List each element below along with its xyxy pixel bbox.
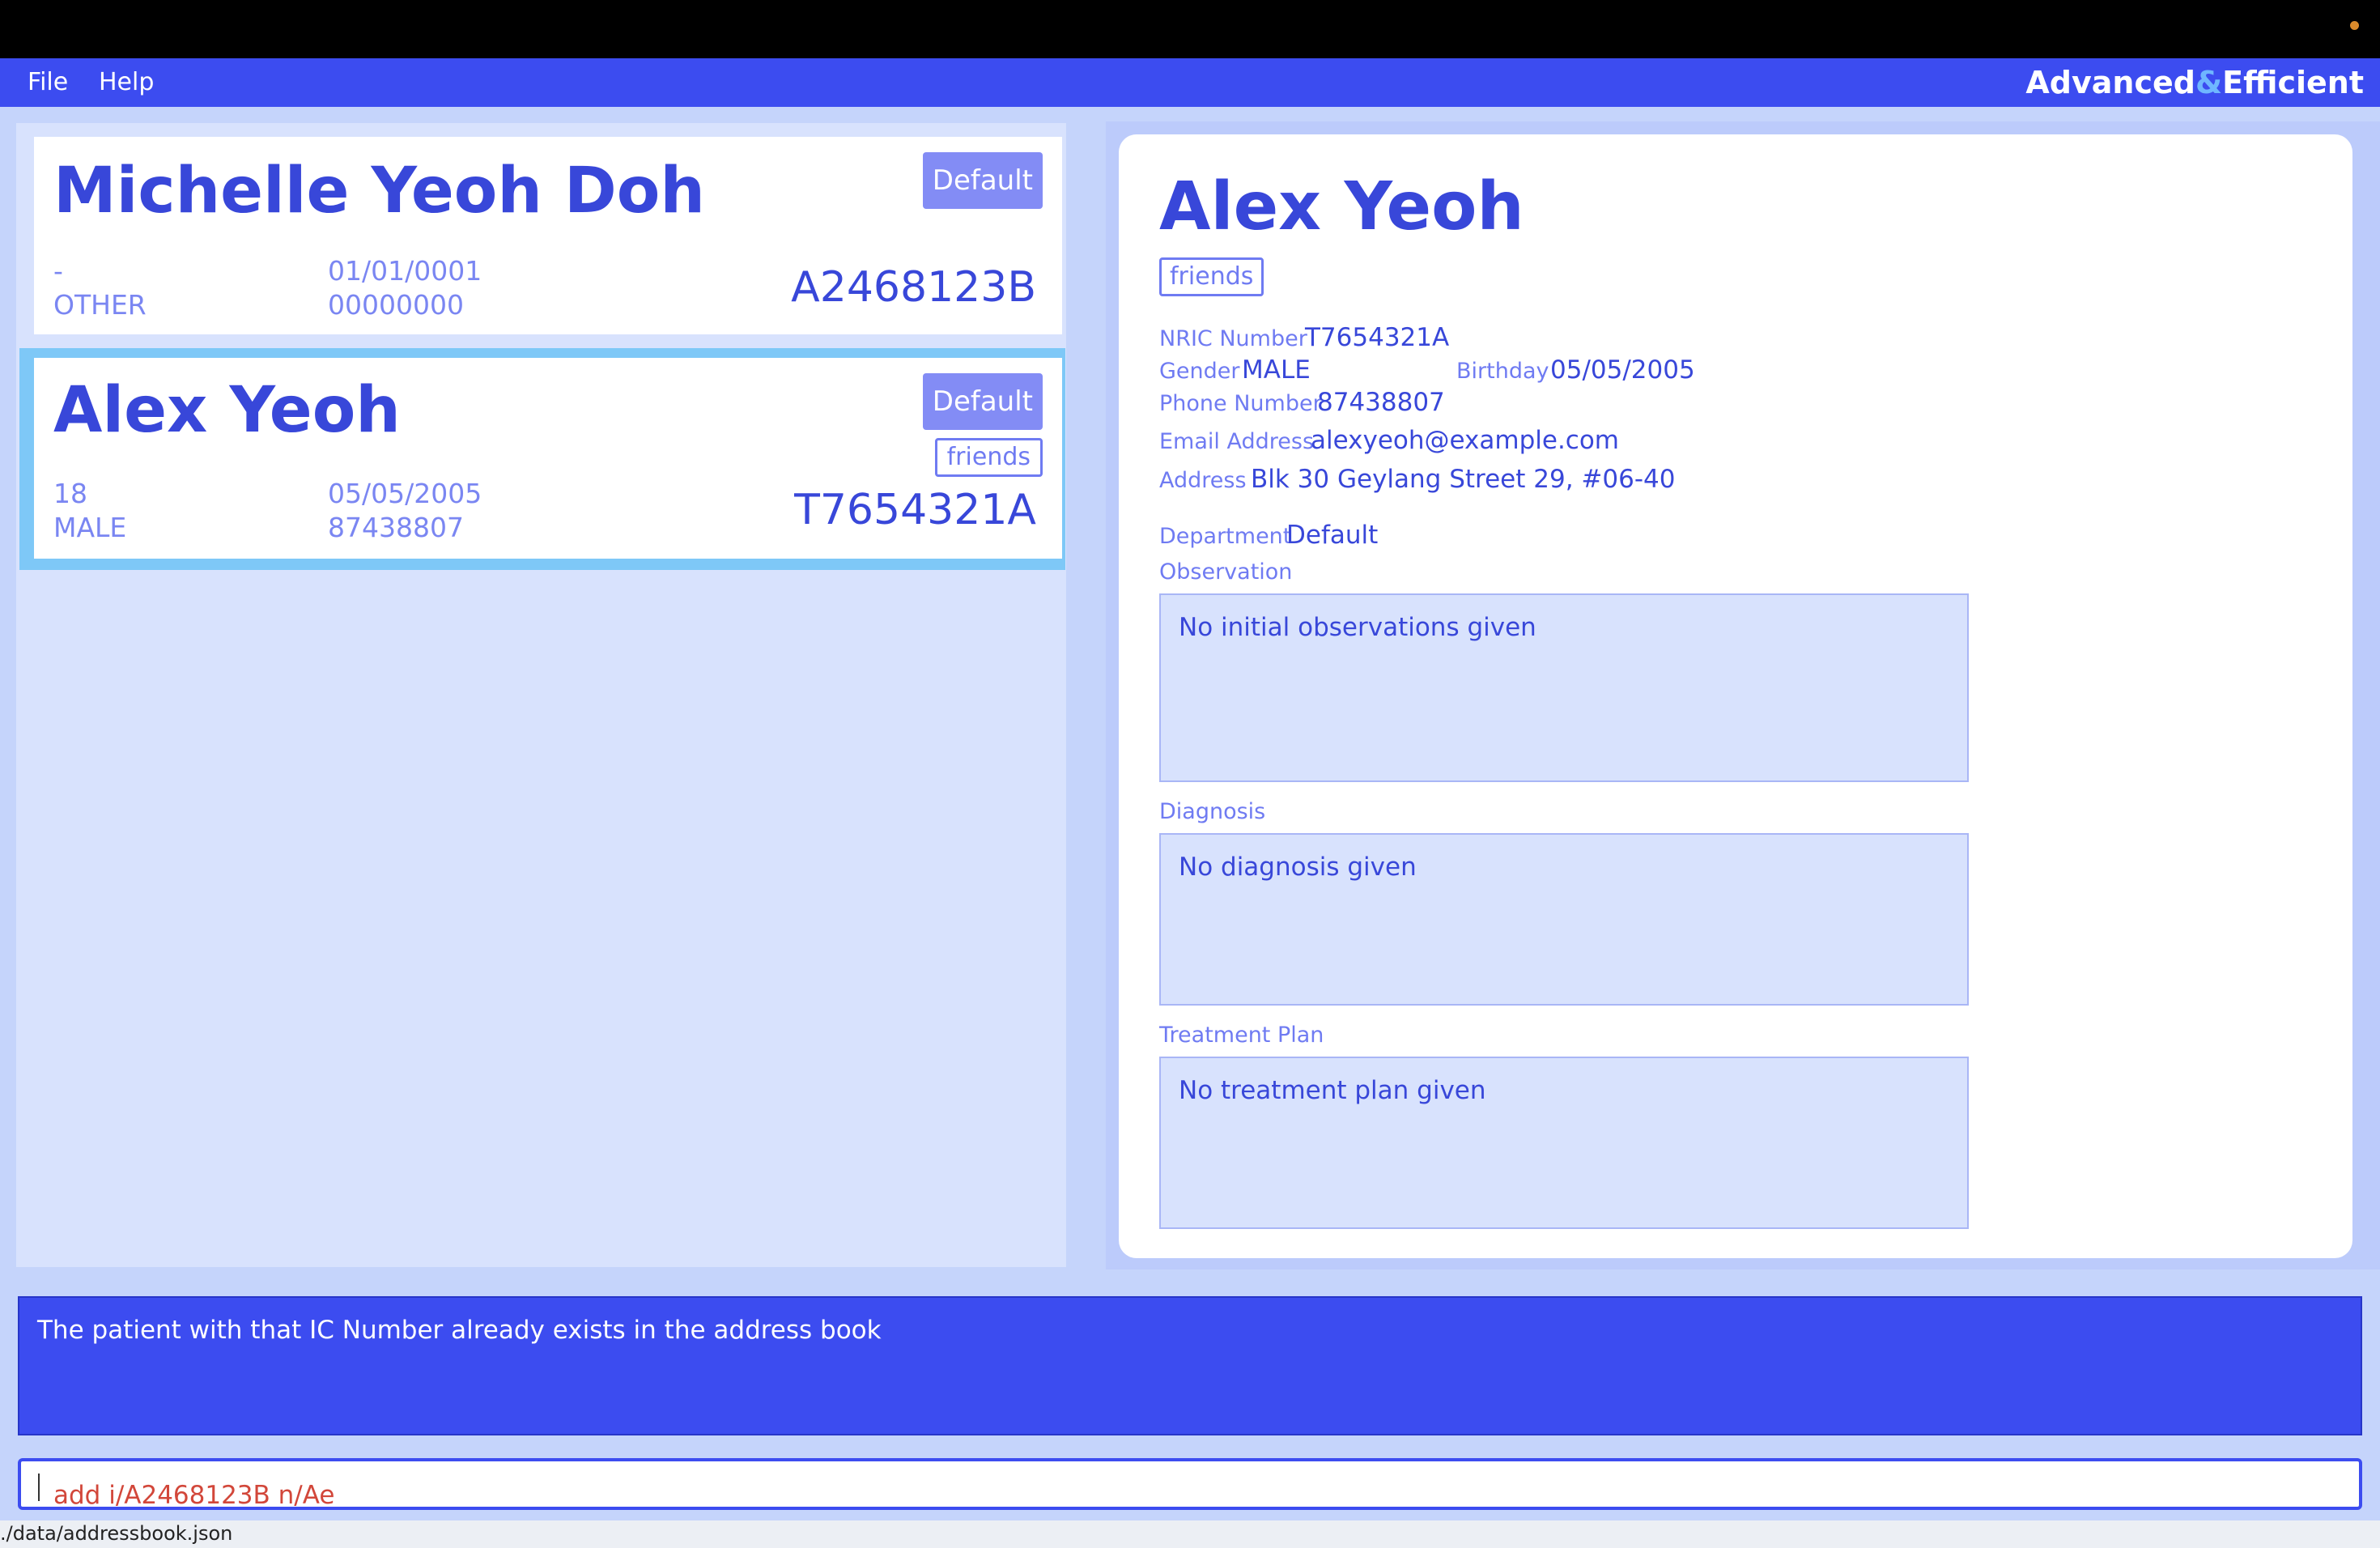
department-value: Default <box>1286 521 1379 550</box>
birthday-value: 05/05/2005 <box>1550 355 1695 385</box>
observation-label: Observation <box>1159 559 1293 585</box>
patient-ic: T7654321A <box>794 486 1036 534</box>
observation-box: No initial observations given <box>1159 593 1969 782</box>
command-value: add i/A2468123B n/Ae <box>53 1481 335 1510</box>
patient-gender: OTHER <box>53 289 147 321</box>
birthday-label: Birthday <box>1456 359 1549 384</box>
patient-list[interactable]: Michelle Yeoh Doh Default - OTHER 01/01/… <box>16 123 1066 1267</box>
patient-name: Michelle Yeoh Doh <box>53 155 705 228</box>
result-message: The patient with that IC Number already … <box>37 1316 882 1345</box>
brand-suffix: Efficient <box>2222 65 2364 100</box>
brand-prefix: Advanced <box>2025 65 2195 100</box>
address-value: Blk 30 Geylang Street 29, #06-40 <box>1251 465 1676 494</box>
result-display: The patient with that IC Number already … <box>18 1296 2362 1435</box>
command-text[interactable]: add i/A2468123B n/Ae <box>37 1471 334 1510</box>
patient-name: Alex Yeoh <box>53 374 401 447</box>
email-value: alexyeoh@example.com <box>1311 426 1620 455</box>
address-label: Address <box>1159 468 1247 493</box>
patient-ic: A2468123B <box>791 263 1036 312</box>
gender-label: Gender <box>1159 359 1240 384</box>
email-label: Email Address <box>1159 429 1315 454</box>
status-bar: ./data/addressbook.json <box>0 1520 2380 1548</box>
app-brand: Advanced&Efficient <box>2025 58 2364 107</box>
nric-label: NRIC Number <box>1159 326 1307 351</box>
patient-age: 18 <box>53 478 87 509</box>
menu-file[interactable]: File <box>28 58 68 107</box>
department-badge: Default <box>922 152 1043 209</box>
diagnosis-label: Diagnosis <box>1159 799 1266 824</box>
window-status-icon <box>2350 21 2359 30</box>
save-location: ./data/addressbook.json <box>0 1522 233 1545</box>
detail-tag: friends <box>1159 257 1264 296</box>
title-bar <box>0 0 2380 58</box>
menu-bar: File Help Advanced&Efficient <box>0 58 2380 107</box>
text-caret <box>38 1473 40 1501</box>
patient-birthday: 05/05/2005 <box>328 478 482 509</box>
detail-name: Alex Yeoh <box>1159 168 1524 245</box>
nric-value: T7654321A <box>1305 323 1450 352</box>
brand-ampersand: & <box>2195 65 2223 100</box>
patient-phone: 87438807 <box>328 512 464 543</box>
gender-value: MALE <box>1242 355 1311 385</box>
tag-badge: friends <box>934 438 1043 477</box>
diagnosis-box: No diagnosis given <box>1159 833 1969 1006</box>
department-label: Department <box>1159 524 1292 549</box>
treatment-label: Treatment Plan <box>1159 1023 1324 1048</box>
observation-text: No initial observations given <box>1179 613 1536 642</box>
patient-card[interactable]: Michelle Yeoh Doh Default - OTHER 01/01/… <box>34 137 1062 334</box>
phone-label: Phone Number <box>1159 391 1322 416</box>
diagnosis-text: No diagnosis given <box>1179 853 1417 882</box>
patient-birthday: 01/01/0001 <box>328 255 482 287</box>
patient-gender: MALE <box>53 512 127 543</box>
menu-help[interactable]: Help <box>99 58 154 107</box>
patient-phone: 00000000 <box>328 289 464 321</box>
command-input[interactable]: add i/A2468123B n/Ae <box>18 1458 2362 1510</box>
patient-age: - <box>53 255 63 287</box>
phone-value: 87438807 <box>1317 388 1445 417</box>
treatment-text: No treatment plan given <box>1179 1076 1486 1105</box>
patient-card-selected[interactable]: Alex Yeoh Default friends 18 MALE 05/05/… <box>34 358 1062 559</box>
treatment-box: No treatment plan given <box>1159 1057 1969 1229</box>
department-badge: Default <box>922 373 1043 430</box>
